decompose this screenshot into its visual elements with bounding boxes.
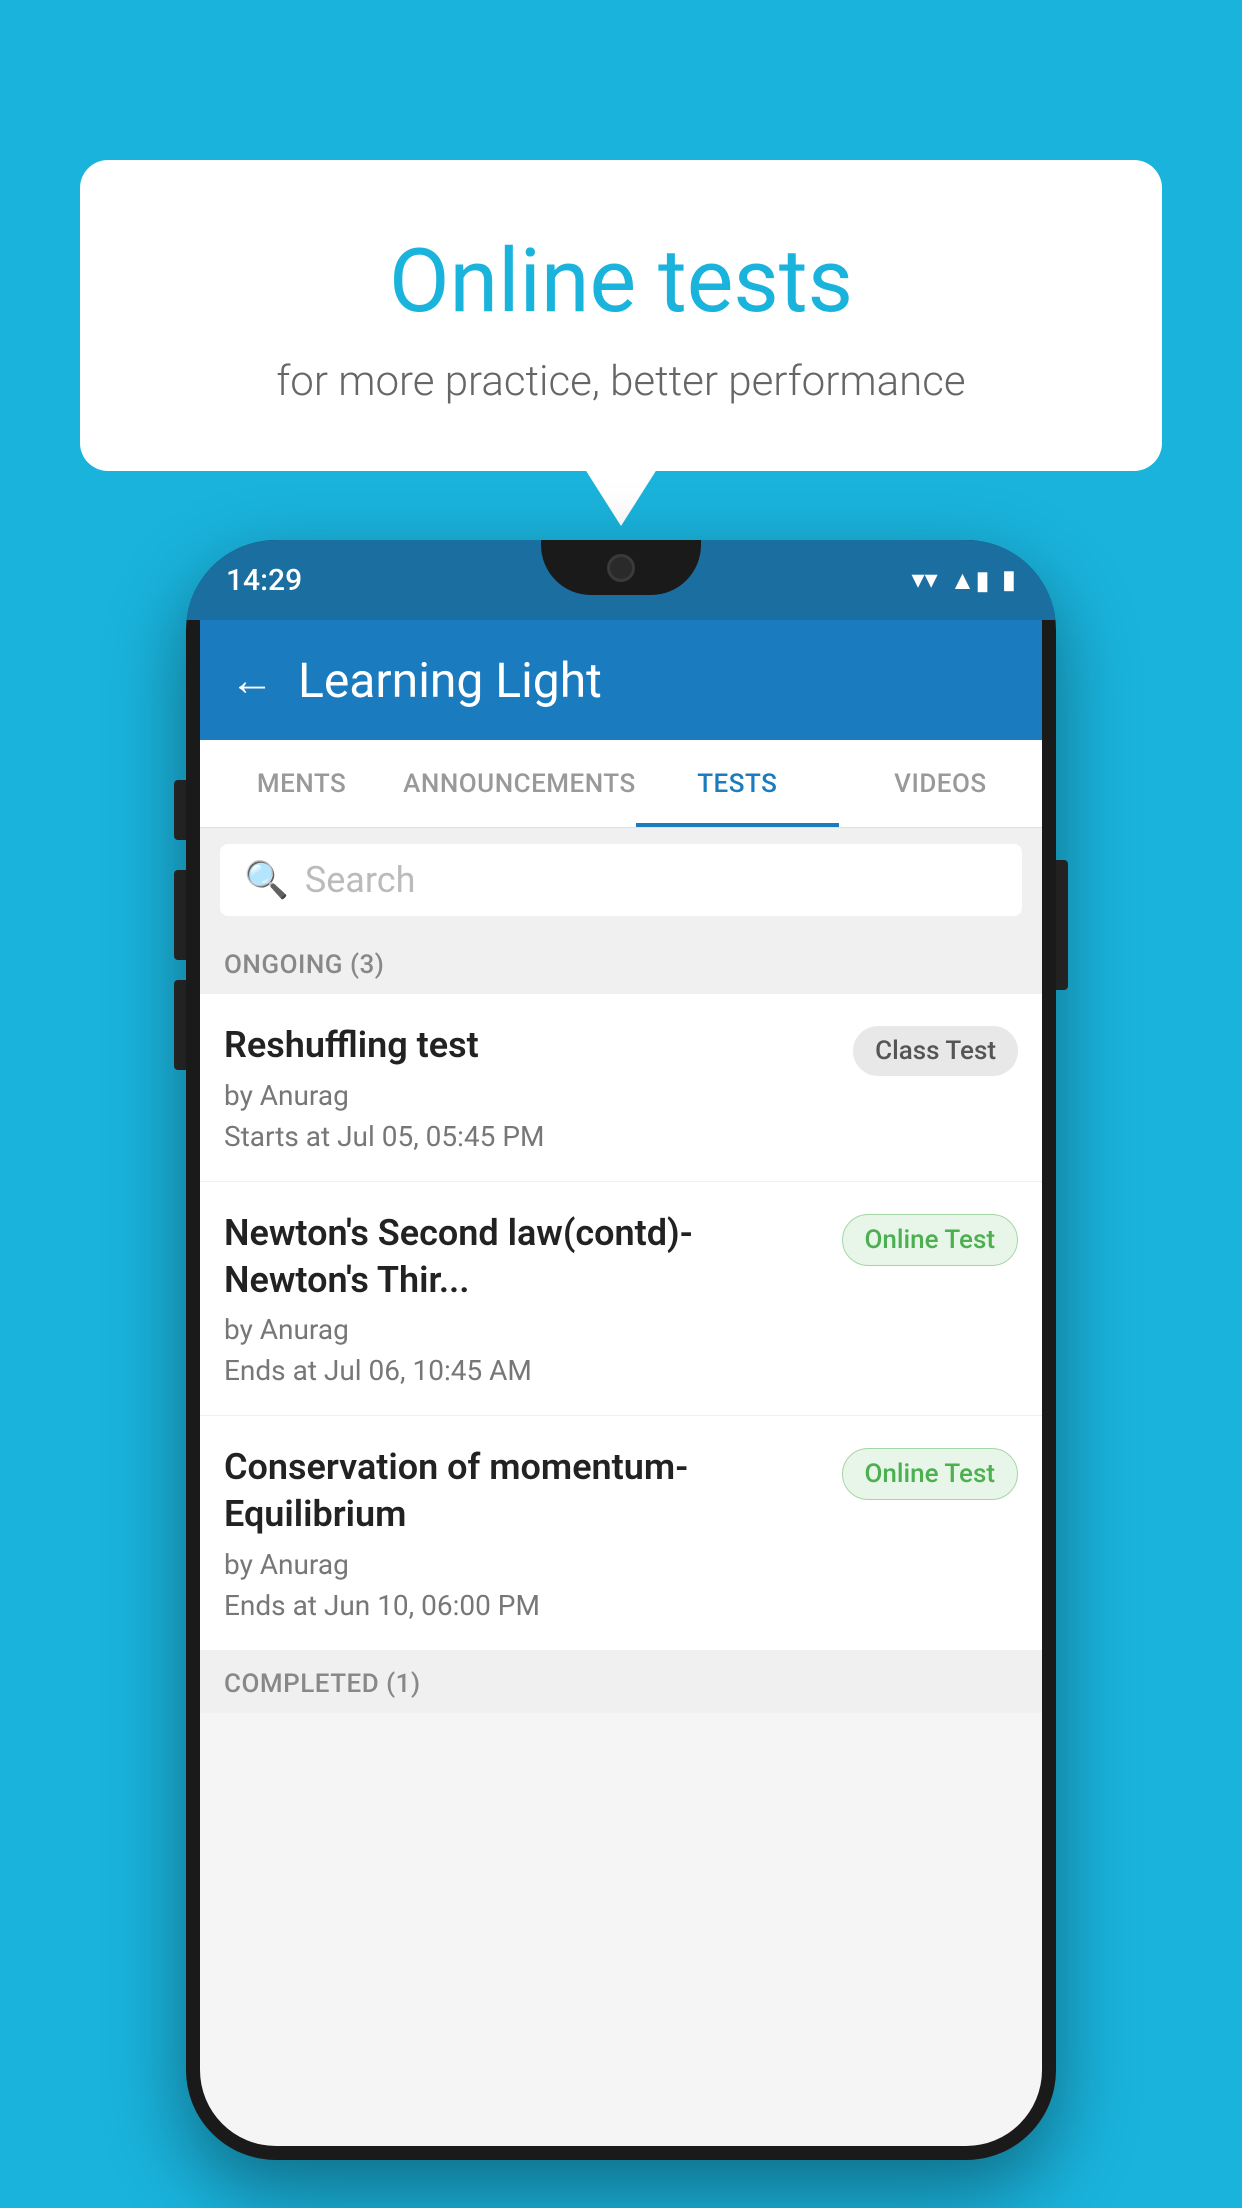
signal-icon: ▲▮ — [950, 565, 990, 596]
test-date: Ends at Jun 10, 06:00 PM — [224, 1589, 822, 1622]
app-title: Learning Light — [298, 652, 602, 709]
test-info: Conservation of momentum-Equilibrium by … — [224, 1444, 842, 1622]
phone-screen: ← Learning Light MENTS ANNOUNCEMENTS TES… — [200, 620, 1042, 2146]
test-item[interactable]: Newton's Second law(contd)-Newton's Thir… — [200, 1182, 1042, 1417]
search-icon: 🔍 — [244, 859, 289, 901]
app-header: ← Learning Light — [200, 620, 1042, 740]
completed-section-header: COMPLETED (1) — [200, 1651, 1042, 1713]
search-input[interactable]: Search — [305, 859, 416, 901]
bubble-subtitle: for more practice, better performance — [160, 357, 1082, 406]
test-author: by Anurag — [224, 1079, 833, 1112]
search-container: 🔍 Search — [200, 828, 1042, 932]
test-name: Reshuffling test — [224, 1022, 833, 1069]
status-icons: ▾▾ ▲▮ ▮ — [912, 565, 1016, 596]
tab-announcements[interactable]: ANNOUNCEMENTS — [403, 740, 636, 827]
tab-ments[interactable]: MENTS — [200, 740, 403, 827]
test-author: by Anurag — [224, 1548, 822, 1581]
bubble-title: Online tests — [160, 230, 1082, 333]
battery-icon: ▮ — [1002, 565, 1016, 595]
phone-volume-down — [174, 980, 186, 1070]
test-date: Ends at Jul 06, 10:45 AM — [224, 1354, 822, 1387]
phone-volume-up — [174, 870, 186, 960]
phone-frame: 14:29 ▾▾ ▲▮ ▮ ← Learning Light — [186, 540, 1056, 2160]
test-name: Conservation of momentum-Equilibrium — [224, 1444, 822, 1538]
notch-cutout — [541, 540, 701, 595]
test-author: by Anurag — [224, 1313, 822, 1346]
test-badge-online: Online Test — [842, 1214, 1019, 1266]
test-item[interactable]: Conservation of momentum-Equilibrium by … — [200, 1416, 1042, 1651]
test-date: Starts at Jul 05, 05:45 PM — [224, 1120, 833, 1153]
front-camera — [607, 554, 635, 582]
test-item[interactable]: Reshuffling test by Anurag Starts at Jul… — [200, 994, 1042, 1182]
test-badge-online-2: Online Test — [842, 1448, 1019, 1500]
test-name: Newton's Second law(contd)-Newton's Thir… — [224, 1210, 822, 1304]
speech-bubble-container: Online tests for more practice, better p… — [80, 160, 1162, 471]
status-bar: 14:29 ▾▾ ▲▮ ▮ — [186, 540, 1056, 620]
ongoing-section-header: ONGOING (3) — [200, 932, 1042, 994]
tabs-container: MENTS ANNOUNCEMENTS TESTS VIDEOS — [200, 740, 1042, 828]
tab-videos[interactable]: VIDEOS — [839, 740, 1042, 827]
tests-list: Reshuffling test by Anurag Starts at Jul… — [200, 994, 1042, 1651]
back-button[interactable]: ← — [230, 654, 274, 706]
phone-container: 14:29 ▾▾ ▲▮ ▮ ← Learning Light — [186, 540, 1056, 2160]
test-info: Reshuffling test by Anurag Starts at Jul… — [224, 1022, 853, 1153]
wifi-icon: ▾▾ — [912, 565, 938, 595]
speech-bubble: Online tests for more practice, better p… — [80, 160, 1162, 471]
test-info: Newton's Second law(contd)-Newton's Thir… — [224, 1210, 842, 1388]
phone-power-button — [1056, 860, 1068, 990]
tab-tests[interactable]: TESTS — [636, 740, 839, 827]
search-bar[interactable]: 🔍 Search — [220, 844, 1022, 916]
phone-volume-silent — [174, 780, 186, 840]
test-badge-class: Class Test — [853, 1026, 1018, 1076]
